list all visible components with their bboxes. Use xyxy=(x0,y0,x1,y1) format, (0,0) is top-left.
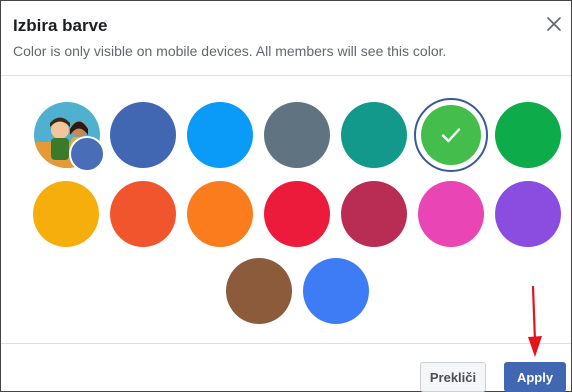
swatch-fill xyxy=(264,181,330,247)
color-swatch-magenta[interactable] xyxy=(418,181,484,247)
cancel-button[interactable]: Prekliči xyxy=(420,362,486,392)
color-swatch-teal[interactable] xyxy=(341,102,407,168)
dialog-header: Izbira barve Color is only visible on mo… xyxy=(1,1,571,76)
color-swatch-cornflower-blue[interactable] xyxy=(303,258,369,324)
color-swatch-light-green[interactable] xyxy=(414,98,488,172)
dialog-footer: Prekliči Apply xyxy=(1,343,571,392)
color-swatch-crimson[interactable] xyxy=(264,181,330,247)
swatch-fill xyxy=(33,181,99,247)
close-icon[interactable] xyxy=(545,15,563,33)
color-swatch-sky-blue[interactable] xyxy=(187,102,253,168)
swatch-fill xyxy=(110,181,176,247)
red-arrow-annotation xyxy=(528,285,542,357)
swatch-fill xyxy=(495,102,561,168)
swatch-fill xyxy=(187,102,253,168)
color-picker-dialog: Izbira barve Color is only visible on mo… xyxy=(0,0,572,392)
color-swatch-dark-blue[interactable] xyxy=(110,102,176,168)
apply-button[interactable]: Apply xyxy=(504,362,566,392)
group-avatar-swatch[interactable] xyxy=(34,102,105,172)
swatch-fill xyxy=(110,102,176,168)
swatch-fill xyxy=(226,258,292,324)
color-swatch-brown[interactable] xyxy=(226,258,292,324)
swatch-fill xyxy=(418,181,484,247)
color-swatch-green[interactable] xyxy=(495,102,561,168)
swatch-fill xyxy=(303,258,369,324)
swatch-fill xyxy=(187,181,253,247)
color-swatch-raspberry[interactable] xyxy=(341,181,407,247)
color-swatch-slate-gray[interactable] xyxy=(264,102,330,168)
checkmark-icon xyxy=(441,128,461,143)
dialog-subtitle: Color is only visible on mobile devices.… xyxy=(13,43,447,59)
color-swatch-purple[interactable] xyxy=(495,181,561,247)
swatch-fill xyxy=(264,102,330,168)
swatch-fill xyxy=(341,181,407,247)
color-swatch-orange[interactable] xyxy=(187,181,253,247)
swatch-fill xyxy=(341,102,407,168)
color-swatch-amber[interactable] xyxy=(33,181,99,247)
color-swatch-red-orange[interactable] xyxy=(110,181,176,247)
dialog-title: Izbira barve xyxy=(13,16,108,35)
swatch-fill xyxy=(495,181,561,247)
avatar-color-dot xyxy=(69,136,105,172)
